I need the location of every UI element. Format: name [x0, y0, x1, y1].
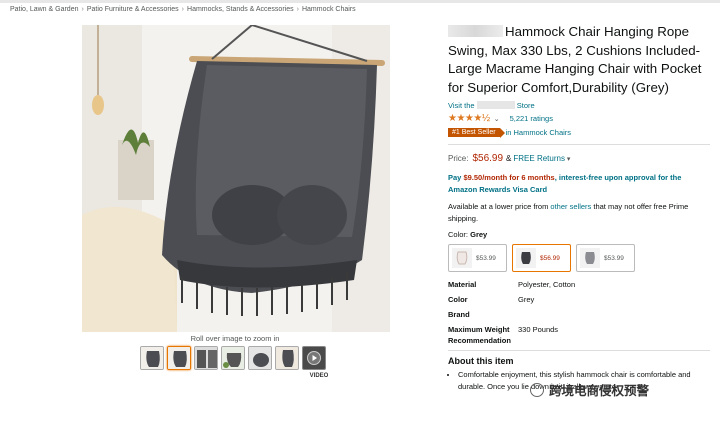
thumbnail-image[interactable] [275, 346, 299, 370]
breadcrumb-item[interactable]: Hammocks, Stands & Accessories [187, 6, 294, 13]
color-value: Grey [470, 230, 488, 239]
financing-offer[interactable]: Pay $9.50/month for 6 months, interest-f… [448, 172, 710, 195]
swatch-image [452, 248, 472, 268]
finance-pre: Pay [448, 173, 462, 182]
thumbnail-strip [140, 346, 326, 370]
lower-price-note: Available at a lower price from other se… [448, 201, 710, 224]
swatch-price: $53.99 [476, 254, 496, 262]
spec-key: Brand [448, 310, 470, 319]
zoom-hint: Roll over image to zoom in [190, 334, 280, 343]
spec-table: Material Polyester, Cotton Color Grey Bran… [448, 279, 710, 346]
breadcrumb-item[interactable]: Patio, Lawn & Garden [10, 6, 79, 13]
thumbnail-image[interactable] [140, 346, 164, 370]
other-sellers-link[interactable]: other sellers [550, 202, 591, 211]
play-icon [307, 351, 321, 365]
spec-row: Brand [448, 309, 710, 320]
breadcrumb-item[interactable]: Patio Furniture & Accessories [87, 6, 179, 13]
store-prefix: Visit the [448, 101, 475, 110]
best-seller-category-link[interactable]: in Hammock Chairs [506, 128, 571, 137]
breadcrumb: Patio, Lawn & Garden › Patio Furniture & A… [10, 6, 356, 13]
divider [448, 350, 710, 351]
spec-key: Maximum Weight Recommendation [448, 325, 511, 345]
spec-value: Polyester, Cotton [518, 280, 576, 289]
store-name-redacted [476, 101, 515, 109]
main-product-image[interactable] [82, 25, 390, 332]
product-details: Hammock Chair Hanging Rope Swing, Max 33… [448, 23, 710, 392]
watermark: 跨境电商侵权预警 [530, 380, 649, 399]
brand-redacted [448, 25, 503, 37]
color-swatch[interactable]: $53.99 [448, 244, 507, 272]
video-label: VIDEO [309, 373, 329, 379]
ratings-count-link[interactable]: 5,221 ratings [510, 114, 553, 123]
swatch-image [516, 248, 536, 268]
color-swatch[interactable]: $53.99 [576, 244, 635, 272]
best-seller-row: #1 Best Seller in Hammock Chairs [448, 128, 710, 138]
thumbnail-image[interactable] [248, 346, 272, 370]
about-heading: About this item [448, 356, 514, 366]
thumbnail-image[interactable] [221, 346, 245, 370]
video-thumbnail[interactable] [302, 346, 326, 370]
best-seller-badge: #1 Best Seller [448, 128, 505, 138]
finance-amount: $9.50/month for 6 months [463, 173, 555, 182]
swatch-price: $53.99 [604, 254, 624, 262]
watermark-text: 跨境电商侵权预警 [549, 384, 650, 398]
product-title: Hammock Chair Hanging Rope Swing, Max 33… [448, 23, 710, 97]
store-link[interactable]: Visit the Store [448, 101, 710, 110]
color-swatches: $53.99 $56.99 $53.99 [448, 244, 710, 272]
lower-price-pre: Available at a lower price from [448, 202, 549, 211]
thumbnail-image[interactable] [194, 346, 218, 370]
store-suffix: Store [516, 101, 535, 110]
spec-row: Maximum Weight Recommendation 330 Pounds [448, 324, 710, 346]
color-label: Color: [448, 230, 469, 239]
spec-key: Material [448, 280, 477, 289]
thumbnail-image-selected[interactable] [167, 346, 191, 370]
spec-row: Color Grey [448, 294, 710, 305]
rating-row: ★★★★½ ⌄ 5,221 ratings [448, 113, 710, 124]
price-ampersand: & [506, 154, 512, 163]
top-divider [0, 0, 720, 3]
color-selector-label: Color: Grey [448, 230, 710, 239]
swatch-image [580, 248, 600, 268]
breadcrumb-separator: › [81, 6, 84, 13]
breadcrumb-separator: › [181, 6, 185, 13]
spec-value: 330 Pounds [518, 325, 559, 334]
spec-value [518, 309, 710, 320]
spec-row: Material Polyester, Cotton [448, 279, 710, 290]
watermark-icon [530, 382, 544, 397]
price-value: $56.99 [472, 153, 504, 164]
breadcrumb-separator: › [296, 6, 299, 13]
color-swatch-selected[interactable]: $56.99 [512, 244, 571, 272]
price-row: Price: $56.99 & FREE Returns [448, 153, 710, 164]
breadcrumb-item[interactable]: Hammock Chairs [302, 6, 356, 13]
free-returns-link[interactable]: FREE Returns [513, 154, 570, 163]
swatch-price: $56.99 [540, 254, 560, 262]
spec-value: Grey [518, 295, 535, 304]
chevron-down-icon[interactable]: ⌄ [494, 115, 500, 123]
price-label: Price: [448, 154, 469, 163]
spec-key: Color [448, 295, 468, 304]
star-rating-icon[interactable]: ★★★★½ [448, 113, 490, 124]
divider [448, 144, 710, 145]
